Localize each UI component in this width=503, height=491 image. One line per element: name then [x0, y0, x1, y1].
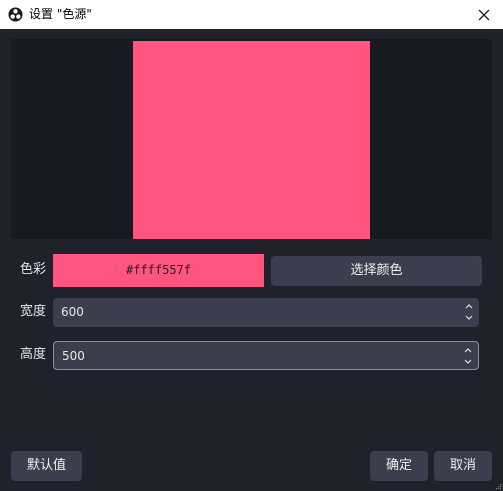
color-swatch-preview [133, 41, 370, 239]
resize-grip-icon[interactable] [496, 484, 502, 490]
height-label: 高度 [20, 347, 47, 362]
defaults-button[interactable]: 默认值 [11, 451, 82, 481]
window-title: 设置 "色源" [29, 7, 92, 21]
spin-arrows-icon[interactable] [463, 345, 473, 367]
height-value: 500 [62, 349, 85, 363]
spin-arrows-icon[interactable] [464, 301, 474, 323]
width-value: 600 [61, 305, 84, 319]
title-bar: 设置 "色源" [0, 0, 503, 29]
obs-icon [8, 7, 23, 22]
close-icon[interactable] [473, 4, 495, 26]
width-label: 宽度 [20, 304, 47, 319]
properties-dialog: 设置 "色源" 色彩 #ffff557f 选择颜色 宽度 600 高度 500 … [0, 0, 503, 491]
color-label: 色彩 [20, 262, 47, 277]
color-value-display: #ffff557f [53, 254, 264, 287]
width-spinbox[interactable]: 600 [53, 298, 479, 327]
ok-button[interactable]: 确定 [370, 451, 428, 481]
source-preview [11, 39, 492, 239]
height-spinbox[interactable]: 500 [53, 341, 479, 370]
cancel-button[interactable]: 取消 [434, 451, 492, 481]
select-color-button[interactable]: 选择颜色 [271, 256, 482, 286]
